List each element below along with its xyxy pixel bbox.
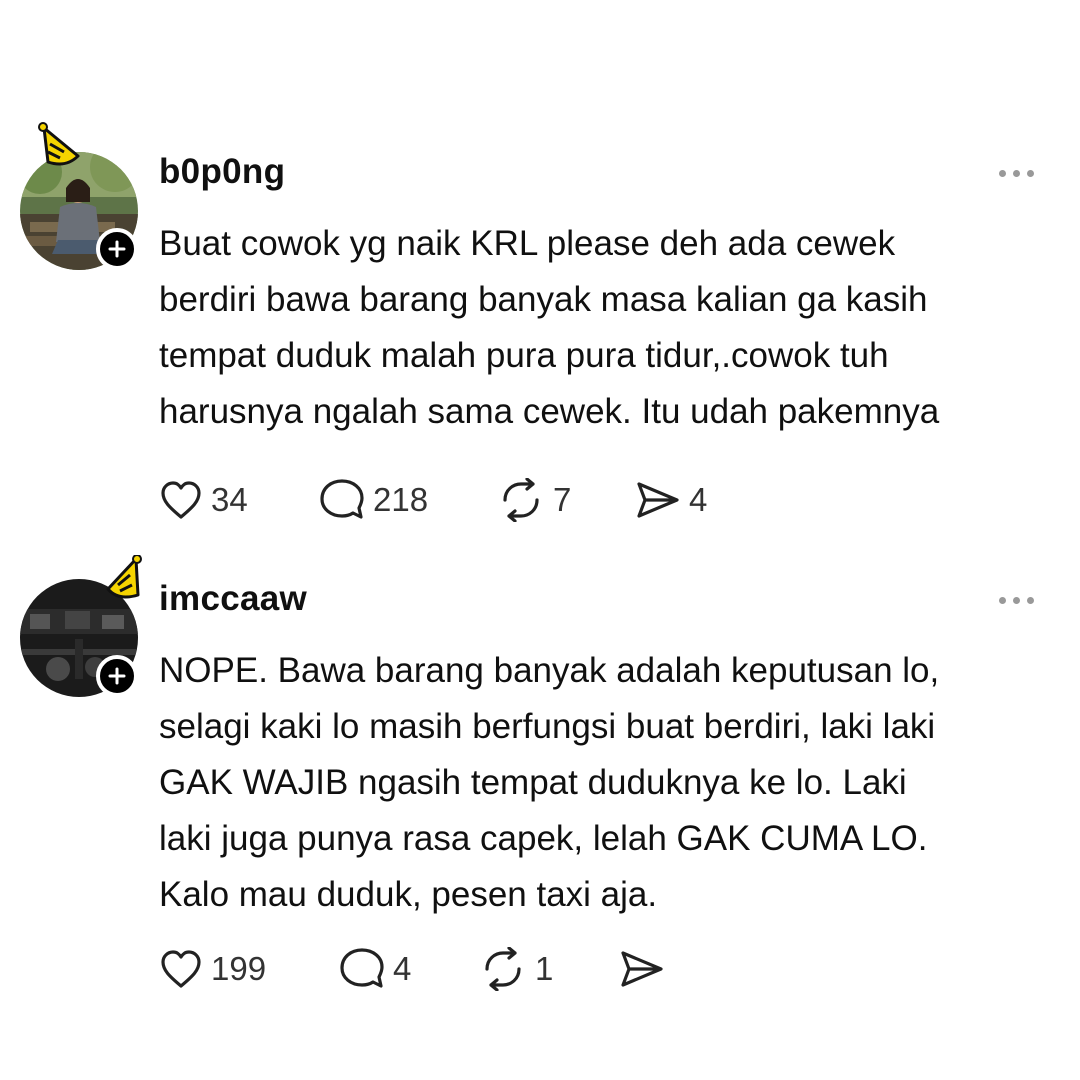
repost-count: 7 (553, 481, 572, 518)
follow-button[interactable] (96, 655, 138, 697)
send-icon (621, 951, 663, 987)
post-text: NOPE. Bawa barang banyak adalah keputusa… (159, 651, 940, 914)
share-button[interactable]: 4 (635, 480, 707, 520)
heart-icon (161, 950, 201, 988)
like-count: 34 (211, 481, 248, 518)
username[interactable]: imccaaw (159, 579, 307, 619)
party-hat-icon (106, 555, 142, 599)
plus-icon (108, 667, 126, 685)
plus-icon (108, 240, 126, 258)
comment-icon (340, 948, 384, 988)
follow-button[interactable] (96, 228, 138, 270)
repost-icon (485, 947, 521, 991)
username[interactable]: b0p0ng (159, 152, 285, 192)
repost-button[interactable]: 7 (497, 478, 635, 522)
post-text: Buat cowok yg naik KRL please deh ada ce… (159, 224, 940, 431)
reply-button[interactable]: 218 (319, 478, 497, 522)
more-icon[interactable] (999, 597, 1034, 604)
like-button[interactable]: 199 (159, 948, 339, 990)
comment-icon (320, 479, 364, 519)
action-bar: 34 218 7 4 (159, 478, 707, 522)
action-bar: 199 4 1 (159, 947, 673, 991)
avatar-container[interactable] (20, 122, 138, 270)
share-button[interactable] (619, 949, 673, 989)
more-icon[interactable] (999, 170, 1034, 177)
repost-count: 1 (535, 950, 554, 987)
reply-button[interactable]: 4 (339, 947, 479, 991)
avatar-container[interactable] (20, 555, 142, 697)
like-count: 199 (211, 950, 267, 987)
party-hat-icon (38, 122, 80, 166)
share-count: 4 (689, 481, 708, 518)
repost-button[interactable]: 1 (479, 947, 619, 991)
repost-icon (503, 478, 539, 522)
send-icon (637, 482, 679, 518)
heart-icon (161, 481, 201, 519)
reply-count: 218 (373, 481, 429, 518)
reply-count: 4 (393, 950, 412, 987)
like-button[interactable]: 34 (159, 479, 319, 521)
